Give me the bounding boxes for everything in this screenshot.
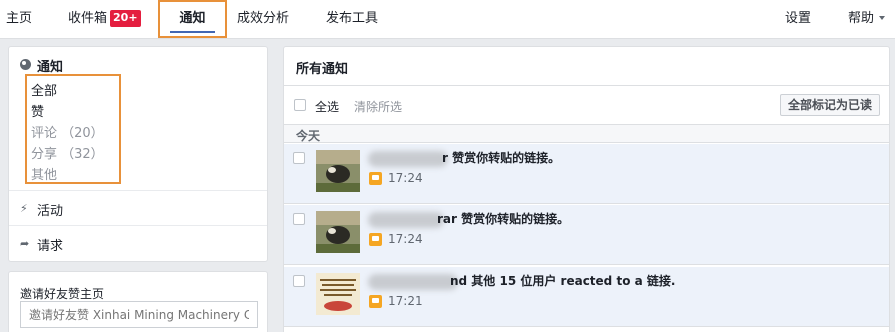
clear-selection-link[interactable]: 清除所选 <box>354 98 402 115</box>
date-group-label: 今天 <box>296 129 321 143</box>
link-icon <box>369 233 382 246</box>
inbox-badge: 20+ <box>110 10 141 27</box>
nav-insights[interactable]: 成效分析 <box>237 0 289 38</box>
select-all-link[interactable]: 全选 <box>315 98 339 115</box>
blurred-username <box>368 151 448 167</box>
bear-photo-icon <box>316 211 360 253</box>
notification-thumbnail[interactable] <box>316 211 360 253</box>
filter-likes[interactable]: 赞 <box>31 101 44 120</box>
invite-title: 邀请好友赞主页 <box>20 287 105 301</box>
nav-publishing-tools[interactable]: 发布工具 <box>326 0 378 38</box>
lightning-icon: ⚡ <box>20 202 28 215</box>
row-checkbox[interactable] <box>293 152 305 164</box>
notification-text[interactable]: nd 其他 15 位用户 reacted to a 链接. <box>450 272 675 289</box>
filter-other[interactable]: 其他 <box>31 164 57 183</box>
share-arrow-icon: ➦ <box>20 237 30 250</box>
blurred-username <box>368 274 458 290</box>
notification-thumbnail[interactable] <box>316 273 360 315</box>
notifications-sidebar: 通知 全部 赞 评论 （20） 分享 （32） 其他 ⚡ 活动 ➦ 请求 <box>8 46 268 262</box>
notification-row[interactable]: nd 其他 15 位用户 reacted to a 链接. 17:21 <box>284 267 889 327</box>
filter-all[interactable]: 全部 <box>31 80 57 99</box>
active-tab-underline <box>170 31 215 33</box>
sidebar-title: 通知 <box>37 60 64 75</box>
link-icon <box>369 172 382 185</box>
invite-friends-input[interactable] <box>20 301 258 328</box>
blurred-username <box>368 212 444 228</box>
notification-row[interactable]: rar 赞赏你转贴的链接。 17:24 <box>284 205 889 265</box>
top-nav: 主页 收件箱 20+ 通知 成效分析 发布工具 设置 帮助 <box>0 0 895 39</box>
link-icon <box>369 295 382 308</box>
mark-all-read-button[interactable]: 全部标记为已读 <box>780 94 880 116</box>
panel-title: 所有通知 <box>296 62 349 77</box>
divider <box>284 85 889 86</box>
nav-home[interactable]: 主页 <box>6 0 32 38</box>
row-checkbox[interactable] <box>293 275 305 287</box>
row-checkbox[interactable] <box>293 213 305 225</box>
divider <box>9 225 267 226</box>
arabic-text-image-icon <box>316 273 360 315</box>
notification-text[interactable]: r 赞赏你转贴的链接。 <box>442 149 560 166</box>
sidebar-requests[interactable]: 请求 <box>37 235 63 254</box>
filter-shares[interactable]: 分享 （32） <box>31 143 104 162</box>
notification-time: 17:21 <box>388 294 423 308</box>
date-group-header: 今天 <box>284 124 889 143</box>
filter-comments[interactable]: 评论 （20） <box>31 122 104 141</box>
divider <box>9 190 267 191</box>
sidebar-activity[interactable]: 活动 <box>37 200 63 219</box>
notification-thumbnail[interactable] <box>316 150 360 192</box>
nav-help[interactable]: 帮助 <box>848 0 886 38</box>
notification-time: 17:24 <box>388 232 423 246</box>
notifications-panel: 所有通知 全选 清除所选 全部标记为已读 今天 r 赞赏你转贴的链接。 17:2… <box>283 46 890 332</box>
nav-notifications-tab[interactable]: 通知 <box>158 0 227 38</box>
chevron-down-icon <box>879 16 886 20</box>
bear-photo-icon <box>316 150 360 192</box>
notification-text[interactable]: rar 赞赏你转贴的链接。 <box>437 210 569 227</box>
nav-help-label: 帮助 <box>848 11 875 26</box>
select-all-checkbox[interactable] <box>294 99 306 111</box>
notification-time: 17:24 <box>388 171 423 185</box>
nav-settings[interactable]: 设置 <box>785 0 811 38</box>
invite-friends-box: 邀请好友赞主页 <box>8 271 268 332</box>
nav-inbox[interactable]: 收件箱 20+ <box>68 0 141 38</box>
nav-inbox-label: 收件箱 <box>68 11 108 26</box>
notification-row[interactable]: r 赞赏你转贴的链接。 17:24 <box>284 144 889 204</box>
globe-icon <box>20 59 31 70</box>
